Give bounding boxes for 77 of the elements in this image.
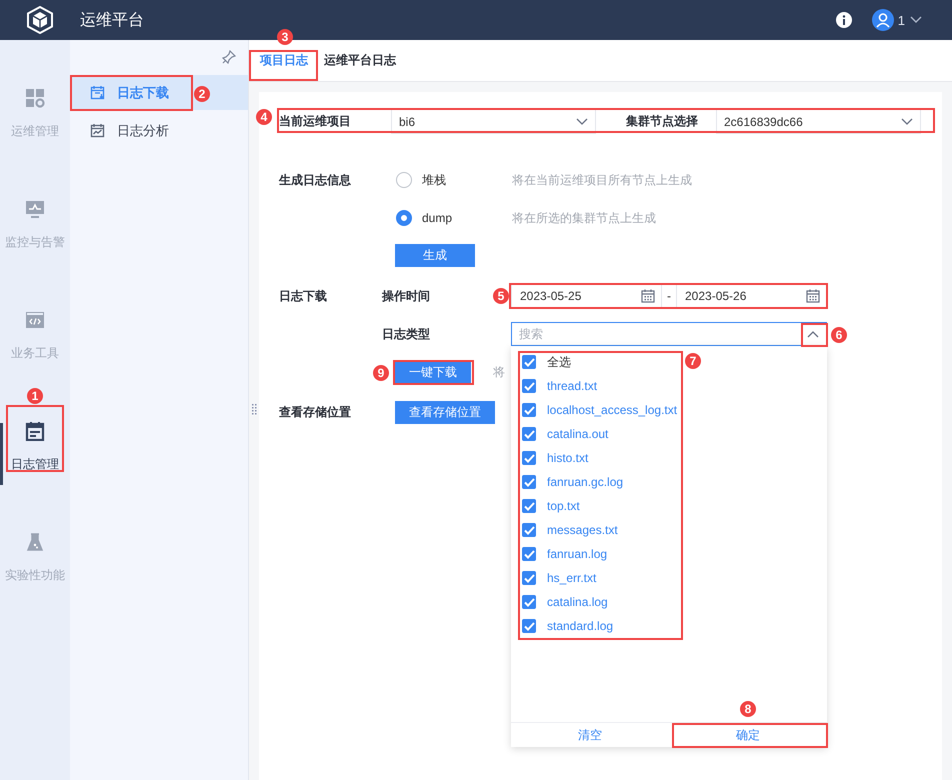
- drag-handle-icon: [252, 404, 257, 415]
- option-label: messages.txt: [547, 523, 618, 537]
- checkbox[interactable]: [522, 379, 536, 393]
- checkbox[interactable]: [522, 355, 536, 369]
- chevron-down-icon: [576, 118, 588, 125]
- select-field[interactable]: bi6: [391, 109, 596, 134]
- pin-icon: [222, 50, 236, 64]
- storage-button[interactable]: 查看存储位置: [395, 400, 495, 424]
- option-label: hs_err.txt: [547, 571, 596, 585]
- date-field[interactable]: 2023-05-25: [511, 284, 662, 308]
- chevron-up-icon: [807, 330, 819, 338]
- hint-text: 将在当前运维项目所有节点上生成: [512, 172, 692, 188]
- submenu-item[interactable]: 日志分析: [70, 113, 248, 148]
- option-label: standard.log: [547, 619, 614, 633]
- field-label: 集群节点选择: [625, 113, 699, 130]
- highlight-frame: [6, 405, 64, 472]
- option-label: 全选: [547, 354, 571, 370]
- option-label: histo.txt: [547, 451, 588, 465]
- generate-button[interactable]: 生成: [395, 244, 475, 267]
- grid-gear-icon: [25, 88, 45, 108]
- checkbox[interactable]: [522, 595, 536, 609]
- section-label: 生成日志信息: [279, 172, 352, 189]
- tab[interactable]: 运维平台日志: [324, 48, 396, 73]
- option-label: fanruan.gc.log: [547, 475, 624, 489]
- nav-item[interactable]: 业务工具: [0, 306, 70, 366]
- radio-label: 堆栈: [422, 172, 447, 188]
- checkbox[interactable]: [522, 571, 536, 585]
- monitor-icon: [25, 199, 45, 219]
- range-separator: -: [666, 289, 672, 303]
- user-avatar-icon: [872, 9, 894, 31]
- radio-button[interactable]: [396, 172, 412, 188]
- app-title: 运维平台: [80, 10, 144, 30]
- checkbox[interactable]: [522, 475, 536, 489]
- checkbox[interactable]: [522, 451, 536, 465]
- checkbox[interactable]: [522, 499, 536, 513]
- field-label: 当前运维项目: [278, 113, 352, 130]
- nav-item[interactable]: 监控与告警: [0, 195, 70, 255]
- cube-logo-icon: [27, 6, 53, 34]
- checkbox[interactable]: [522, 523, 536, 537]
- search-field[interactable]: 搜索: [511, 322, 827, 346]
- nav-item[interactable]: 实验性功能: [0, 528, 70, 588]
- nav-item[interactable]: 运维管理: [0, 84, 70, 144]
- note-text: 将: [493, 364, 505, 380]
- option-label: top.txt: [547, 499, 580, 513]
- checkbox[interactable]: [522, 619, 536, 633]
- calendar-download-icon: [90, 85, 105, 100]
- chevron-down-icon: [910, 16, 922, 24]
- field-label: 操作时间: [382, 288, 430, 304]
- calendar-icon: [806, 289, 820, 303]
- chevron-down-icon: [901, 118, 913, 125]
- user-name[interactable]: 1: [898, 12, 905, 28]
- checkbox[interactable]: [522, 403, 536, 417]
- radio-button[interactable]: [396, 210, 412, 226]
- hint-text: 将在所选的集群节点上生成: [512, 210, 656, 226]
- select-field[interactable]: 2c616839dc66: [716, 109, 921, 134]
- tab[interactable]: 项目日志: [260, 48, 308, 73]
- calendar-icon: [641, 289, 655, 303]
- section-label: 查看存储位置: [279, 404, 352, 421]
- download-button[interactable]: 一键下载: [395, 360, 471, 384]
- calendar-chart-icon: [90, 123, 105, 138]
- option-label: catalina.out: [547, 427, 608, 441]
- checkbox[interactable]: [522, 547, 536, 561]
- info-icon: [836, 12, 852, 28]
- option-label: thread.txt: [547, 379, 598, 393]
- option-label: catalina.log: [547, 595, 608, 609]
- highlight-frame: [249, 50, 318, 81]
- radio-label: dump: [422, 211, 454, 225]
- field-label: 日志类型: [382, 326, 430, 342]
- checkbox[interactable]: [522, 427, 536, 441]
- clear-button[interactable]: 清空: [511, 723, 669, 747]
- section-label: 日志下载: [279, 288, 328, 305]
- flask-icon: [25, 532, 45, 552]
- option-label: fanruan.log: [547, 547, 608, 561]
- calendar-icon: [25, 421, 45, 441]
- option-label: localhost_access_log.txt: [547, 403, 678, 417]
- highlight-frame: [801, 323, 828, 347]
- code-window-icon: [25, 310, 45, 330]
